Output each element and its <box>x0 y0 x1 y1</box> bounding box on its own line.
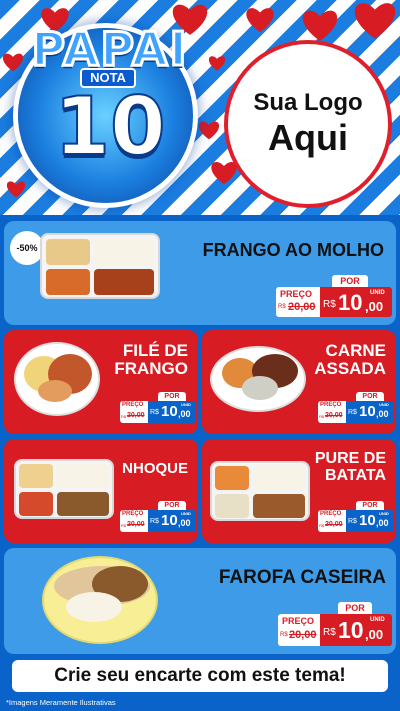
unit-label: UNID <box>379 511 389 516</box>
product-name: FAROFA CASEIRA <box>218 567 386 588</box>
preco-label: PREÇO <box>122 402 144 408</box>
old-currency: R$ <box>280 632 288 638</box>
product-name: NHOQUE <box>122 460 188 477</box>
new-currency: R$ <box>323 299 336 310</box>
old-price: 20,00 <box>127 412 145 419</box>
product-card-carne-assada[interactable]: CARNE ASSADA POR PREÇO R$ 20,00 R$ 10 UN… <box>202 330 396 434</box>
heart-icon <box>210 160 238 185</box>
unit-label: UNID <box>370 290 385 296</box>
old-currency: R$ <box>319 414 325 419</box>
por-label: POR <box>338 602 372 614</box>
product-card-pure-de-batata[interactable]: PURE DE BATATA POR PREÇO R$ 20,00 R$ 10 … <box>202 439 396 543</box>
old-price: 20,00 <box>127 521 145 528</box>
preco-label: PREÇO <box>280 289 313 299</box>
preco-label: PREÇO <box>320 402 342 408</box>
product-name: FILÉ DE FRANGO <box>114 342 188 378</box>
product-name: PURE DE BATATA <box>314 450 386 485</box>
new-currency: R$ <box>348 518 357 525</box>
product-name-line-2: FRANGO <box>114 358 188 378</box>
unit-label: UNID <box>181 402 191 407</box>
product-card-frango-ao-molho[interactable]: -50% FRANGO AO MOLHO POR PREÇO R$ 20,00 … <box>4 221 396 325</box>
price-tag: PREÇO R$ 20,00 R$ 10 UNID ,00 <box>120 401 196 423</box>
product-card-nhoque[interactable]: NHOQUE POR PREÇO R$ 20,00 R$ 10 UNID ,00 <box>4 439 198 543</box>
old-currency: R$ <box>121 414 127 419</box>
preco-label: PREÇO <box>122 511 144 517</box>
new-currency: R$ <box>348 409 357 416</box>
product-name: CARNE ASSADA <box>314 342 386 378</box>
por-label: POR <box>356 501 384 510</box>
preco-label: PREÇO <box>282 616 315 626</box>
logo-line-2: Aqui <box>268 117 348 158</box>
heart-icon <box>300 8 340 42</box>
preco-label: PREÇO <box>320 511 342 517</box>
por-label: POR <box>158 392 186 401</box>
meal-bowl-image <box>14 342 100 416</box>
old-currency: R$ <box>121 523 127 528</box>
old-price: 20,00 <box>325 521 343 528</box>
new-currency: R$ <box>150 518 159 525</box>
product-name-line-1: PURE DE <box>314 450 386 467</box>
old-price: 20,00 <box>288 301 316 313</box>
new-price-dec: ,00 <box>178 409 191 419</box>
product-name-line-2: BATATA <box>324 466 386 484</box>
price-tag: PREÇO R$ 20,00 R$ 10 UNID ,00 <box>276 287 392 317</box>
discount-badge: -50% <box>10 231 44 265</box>
heart-icon <box>245 6 275 33</box>
new-price-int: 10 <box>338 290 363 315</box>
heart-icon <box>6 180 26 198</box>
product-name-line-1: CARNE <box>325 341 386 360</box>
meal-bowl-image <box>210 346 306 412</box>
meal-tray-image <box>14 459 114 519</box>
new-price-dec: ,00 <box>365 299 384 314</box>
old-price: 20,00 <box>289 629 317 641</box>
new-price-dec: ,00 <box>376 518 389 528</box>
meal-bowl-image <box>42 556 158 644</box>
unit-label: UNID <box>379 402 389 407</box>
new-price-dec: ,00 <box>365 627 384 642</box>
heart-icon <box>208 55 226 71</box>
old-price: 20,00 <box>325 412 343 419</box>
badge-number: 10 <box>53 79 166 174</box>
price-tag: PREÇO R$ 20,00 R$ 10 UNID ,00 <box>120 510 196 532</box>
new-price-int: 10 <box>161 512 178 529</box>
por-label: POR <box>158 501 186 510</box>
meal-tray-image <box>210 461 310 521</box>
product-name-line-1: FILÉ DE <box>122 341 188 360</box>
product-name: FRANGO AO MOLHO <box>202 240 384 260</box>
product-name-line-2: ASSADA <box>314 358 386 378</box>
new-price-int: 10 <box>338 617 364 643</box>
meal-tray-image <box>40 233 160 299</box>
unit-label: UNID <box>181 511 191 516</box>
old-currency: R$ <box>278 304 286 310</box>
price-tag: PREÇO R$ 20,00 R$ 10 UNID ,00 <box>318 510 394 532</box>
new-currency: R$ <box>323 627 336 638</box>
unit-label: UNID <box>370 617 385 623</box>
new-price-dec: ,00 <box>376 409 389 419</box>
price-tag: PREÇO R$ 20,00 R$ 10 UNID ,00 <box>318 401 394 423</box>
new-price-int: 10 <box>359 512 376 529</box>
cta-banner[interactable]: Crie seu encarte com este tema! <box>12 660 388 692</box>
price-tag: PREÇO R$ 20,00 R$ 10 UNID ,00 <box>278 614 392 646</box>
disclaimer-footnote: *Imagens Meramente Ilustrativas <box>6 698 116 707</box>
heart-icon <box>198 120 220 140</box>
por-label: POR <box>332 275 368 287</box>
heart-icon <box>352 0 398 40</box>
product-card-farofa-caseira[interactable]: FAROFA CASEIRA POR PREÇO R$ 20,00 R$ 10 … <box>4 548 396 654</box>
new-price-int: 10 <box>359 403 376 420</box>
header-banner: PAPAI NOTA 10 Sua Logo Aqui <box>0 0 400 215</box>
logo-placeholder: Sua Logo Aqui <box>228 44 388 204</box>
new-price-dec: ,00 <box>178 518 191 528</box>
logo-line-1: Sua Logo <box>253 89 363 116</box>
new-currency: R$ <box>150 409 159 416</box>
por-label: POR <box>356 392 384 401</box>
old-currency: R$ <box>319 523 325 528</box>
new-price-int: 10 <box>161 403 178 420</box>
product-card-file-de-frango[interactable]: FILÉ DE FRANGO POR PREÇO R$ 20,00 R$ 10 … <box>4 330 198 434</box>
